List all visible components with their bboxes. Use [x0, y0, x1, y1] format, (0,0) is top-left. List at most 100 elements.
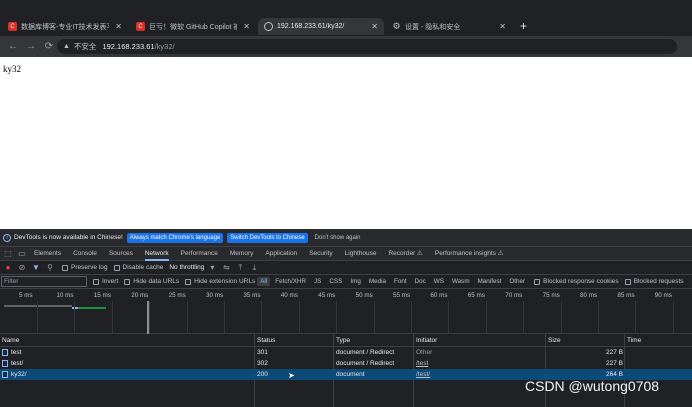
timeline-tick-label: 90 ms [654, 292, 672, 299]
filter-chip-img[interactable]: Img [347, 277, 364, 286]
browser-tab-strip: C 数据库博客-专业IT技术发表平台 ✕ C 巨亏！微软 GitHub Copi… [0, 0, 692, 36]
csdn-favicon-icon: C [8, 22, 17, 31]
timeline-tick-label: 35 ms [243, 292, 261, 299]
hide-extension-urls-checkbox[interactable]: Hide extension URLs [185, 278, 255, 285]
preserve-log-checkbox[interactable]: Preserve log [62, 264, 108, 271]
filter-chip-other[interactable]: Other [506, 277, 528, 286]
request-initiator: Other [416, 349, 433, 356]
tab-sources[interactable]: Sources [109, 247, 133, 261]
tab-console[interactable]: Console [73, 247, 97, 261]
request-initiator-link[interactable]: /test [416, 360, 428, 367]
tab-title: 192.168.233.61/ky32/ [277, 23, 345, 30]
timeline-gridline [523, 301, 525, 334]
document-icon [2, 349, 8, 356]
chevron-down-icon[interactable]: ▾ [206, 263, 218, 272]
tab-lighthouse[interactable]: Lighthouse [345, 247, 377, 261]
timeline-gridline [672, 301, 674, 334]
tab-application[interactable]: Application [265, 247, 297, 261]
address-bar[interactable]: ▲ 不安全 192.168.233.61 /ky32/ [57, 39, 677, 54]
inspect-element-icon[interactable]: ⬚ [2, 249, 14, 258]
infobar-message: DevTools is now available in Chinese! [14, 234, 123, 241]
match-language-button[interactable]: Always match Chrome's language [126, 232, 224, 243]
filter-chip-ws[interactable]: WS [431, 277, 447, 286]
request-size: 227 B [606, 360, 623, 367]
search-icon[interactable]: ⚲ [44, 263, 56, 272]
forward-arrow-icon[interactable]: → [26, 41, 36, 52]
filter-chip-font[interactable]: Font [391, 277, 410, 286]
browser-tab-3[interactable]: 192.168.233.61/ky32/ ✕ [258, 18, 384, 35]
clear-icon[interactable]: ⊘ [16, 263, 28, 272]
tab-elements[interactable]: Elements [34, 247, 61, 261]
back-arrow-icon[interactable]: ← [8, 41, 18, 52]
browser-tab-4[interactable]: ⚙ 设置 - 隐私和安全 ✕ [386, 18, 512, 35]
column-header-time[interactable]: Time [627, 337, 641, 344]
filter-chip-wasm[interactable]: Wasm [449, 277, 473, 286]
network-overview-timeline[interactable]: 5 ms 10 ms 15 ms 20 ms 25 ms 30 ms 35 ms 40 ms 4… [0, 289, 692, 334]
record-icon[interactable]: ● [2, 263, 14, 272]
blocked-requests-checkbox[interactable]: Blocked requests [624, 278, 684, 285]
tab-performance-insights[interactable]: Performance insights ⚠ [435, 247, 504, 261]
blocked-cookies-checkbox[interactable]: Blocked response cookies [534, 278, 619, 285]
timeline-gridline [598, 301, 599, 334]
network-conditions-icon[interactable]: ⇋ [220, 263, 232, 272]
tab-title: 数据库博客-专业IT技术发表平台 [21, 23, 109, 31]
disable-cache-checkbox[interactable]: Disable cache [113, 264, 163, 271]
browser-toolbar: ← → ⟳ ▲ 不安全 192.168.233.61 /ky32/ [0, 36, 692, 57]
timeline-tick-label: 60 ms [430, 292, 448, 299]
timeline-gridline [448, 301, 450, 334]
tab-network[interactable]: Network [144, 247, 169, 261]
timeline-gridline [373, 301, 375, 334]
mouse-cursor-icon: ➤ [288, 371, 295, 380]
dont-show-again-button[interactable]: Don't show again [312, 233, 364, 243]
close-icon[interactable]: ✕ [243, 22, 250, 31]
warning-icon: ▲ [63, 43, 70, 50]
timeline-gridline [111, 301, 113, 334]
tab-recorder[interactable]: Recorder ⚠ [388, 247, 422, 261]
document-icon [2, 360, 8, 367]
security-label: 不安全 [73, 42, 97, 51]
export-har-icon[interactable]: ⤓ [248, 263, 260, 273]
column-header-status[interactable]: Status [257, 337, 275, 344]
tab-memory[interactable]: Memory [230, 247, 253, 261]
filter-chip-media[interactable]: Media [366, 277, 389, 286]
switch-language-button[interactable]: Switch DevTools to Chinese [227, 232, 308, 243]
request-initiator-link[interactable]: /test/ [416, 371, 430, 378]
table-row[interactable]: test 301 document / Redirect Other 227 B [0, 347, 692, 358]
filter-chip-fetch-xhr[interactable]: Fetch/XHR [272, 277, 309, 286]
browser-tab-2[interactable]: C 巨亏！微软 GitHub Copilot 被 ✕ [130, 18, 256, 35]
tab-performance[interactable]: Performance [181, 247, 218, 261]
device-toggle-icon[interactable]: ▭ [16, 249, 28, 258]
filter-chip-js[interactable]: JS [311, 277, 324, 286]
column-header-size[interactable]: Size [548, 337, 561, 344]
request-status: 302 [257, 360, 268, 367]
column-header-name[interactable]: Name [2, 337, 19, 344]
filter-icon[interactable]: ▼ [30, 263, 42, 272]
hide-data-urls-checkbox[interactable]: Hide data URLs [124, 278, 179, 285]
filter-chip-css[interactable]: CSS [326, 277, 345, 286]
browser-tab-1[interactable]: C 数据库博客-专业IT技术发表平台 ✕ [2, 18, 128, 35]
request-type: document / Redirect [336, 360, 395, 367]
waterfall-bar [4, 305, 72, 307]
close-icon[interactable]: ✕ [371, 22, 378, 31]
timeline-gridline [37, 301, 38, 334]
table-row[interactable]: test/ 302 document / Redirect /test 227 … [0, 358, 692, 369]
timeline-gridline [149, 301, 151, 334]
page-viewport: ky32 [0, 57, 692, 229]
timeline-tick-label: 65 ms [467, 292, 485, 299]
close-icon[interactable]: ✕ [499, 22, 506, 31]
filter-input[interactable]: Filter [1, 276, 87, 287]
import-har-icon[interactable]: ⤒ [234, 263, 246, 273]
invert-checkbox[interactable]: Invert [93, 278, 118, 285]
column-header-initiator[interactable]: Initiator [416, 337, 437, 344]
column-header-type[interactable]: Type [336, 337, 350, 344]
filter-chip-manifest[interactable]: Manifest [475, 277, 505, 286]
network-toolbar: ● ⊘ ▼ ⚲ Preserve log Disable cache No th… [0, 261, 692, 275]
reload-icon[interactable]: ⟳ [44, 41, 54, 52]
filter-chip-doc[interactable]: Doc [412, 277, 429, 286]
devtools-tabbar: ⬚ ▭ Elements Console Sources Network Per… [0, 247, 692, 261]
tab-security[interactable]: Security [309, 247, 332, 261]
throttling-select[interactable]: No throttling [169, 264, 204, 271]
new-tab-button[interactable]: + [520, 19, 527, 33]
close-icon[interactable]: ✕ [115, 22, 122, 31]
filter-chip-all[interactable]: All [257, 277, 271, 286]
